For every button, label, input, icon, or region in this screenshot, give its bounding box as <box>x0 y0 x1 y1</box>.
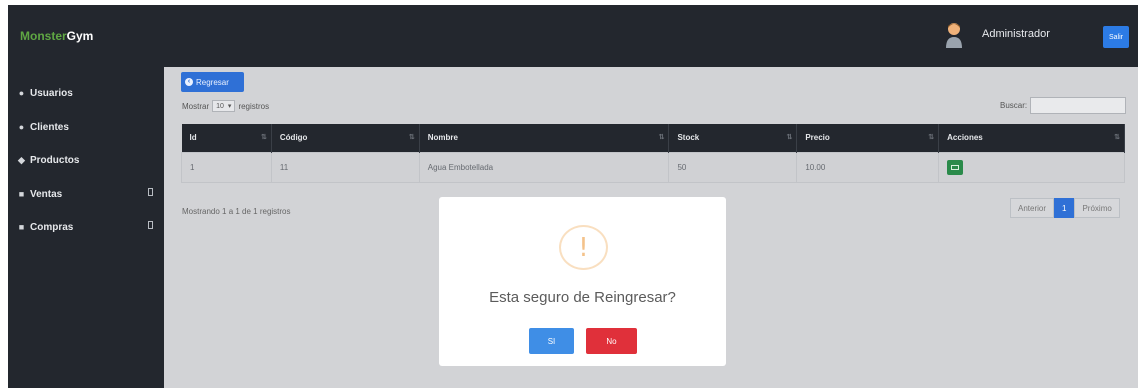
search-input[interactable] <box>1030 97 1127 114</box>
column-header-label: Id <box>189 133 197 143</box>
sidebar-item-label: Compras <box>30 221 74 233</box>
column-header-label: Acciones <box>947 133 983 143</box>
confirm-dialog: ! Esta seguro de Reingresar? SI No <box>439 197 726 366</box>
sort-icon: ⇅ <box>408 134 415 141</box>
logout-button[interactable]: Salir <box>1103 26 1129 48</box>
length-prefix: Mostrar <box>182 101 210 111</box>
sidebar-item-label: Productos <box>30 154 80 166</box>
expand-icon <box>148 221 153 229</box>
sort-icon: ⇅ <box>928 134 935 141</box>
sort-icon: ⇅ <box>261 134 267 141</box>
pagination-page-1[interactable]: 1 <box>1054 198 1075 218</box>
circle-arrow-icon: ‹ <box>185 78 193 86</box>
brand-part-1: Monster <box>20 29 67 43</box>
sidebar-item-label: Ventas <box>30 188 63 200</box>
cell-id: 1 <box>181 151 272 183</box>
tags-icon: ◆ <box>18 154 25 165</box>
column-header-acciones[interactable]: Acciones ⇅ <box>938 124 1125 152</box>
cart-icon: ■ <box>18 189 25 199</box>
brand-part-2: Gym <box>66 29 94 43</box>
search-label: Buscar: <box>1000 101 1028 110</box>
page-length-value: 10 <box>216 102 224 110</box>
back-button-label: Regresar <box>196 77 229 87</box>
user-icon: ● <box>18 88 25 98</box>
cell-acciones <box>938 151 1125 183</box>
column-header-label: Código <box>279 133 308 143</box>
column-header-label: Nombre <box>427 133 458 143</box>
chevron-down-icon: ▾ <box>227 103 232 110</box>
dialog-title: Esta seguro de Reingresar? <box>489 289 676 306</box>
column-header-label: Stock <box>677 133 700 143</box>
cell-precio: 10.00 <box>796 151 940 183</box>
user-name[interactable]: Administrador <box>982 28 1050 40</box>
table-info: Mostrando 1 a 1 de 1 registros <box>182 207 291 216</box>
column-header-stock[interactable]: Stock ⇅ <box>668 124 798 152</box>
app-window: MonsterGym Administrador Salir ● Usuario… <box>8 5 1138 388</box>
sidebar-item-ventas[interactable]: ■ Ventas <box>16 185 156 203</box>
brand-logo[interactable]: MonsterGym <box>20 29 93 43</box>
table-row: 1 11 Agua Embotellada 50 10.00 <box>181 151 1125 183</box>
sidebar-item-usuarios[interactable]: ● Usuarios <box>16 84 156 102</box>
avatar[interactable] <box>944 21 964 49</box>
column-header-label: Precio <box>805 133 830 143</box>
sort-icon: ⇅ <box>1114 134 1120 141</box>
sort-icon: ⇅ <box>658 134 665 141</box>
expand-icon <box>148 188 153 196</box>
cell-stock: 50 <box>668 151 798 183</box>
sidebar-item-label: Clientes <box>30 121 69 133</box>
column-header-codigo[interactable]: Código ⇅ <box>271 124 420 152</box>
sidebar-item-clientes[interactable]: ● Clientes <box>16 118 156 136</box>
sidebar: ● Usuarios ● Clientes ◆ Productos ■ Vent… <box>8 67 164 388</box>
column-header-id[interactable]: Id ⇅ <box>181 124 272 152</box>
column-header-nombre[interactable]: Nombre ⇅ <box>419 124 670 152</box>
top-navbar: MonsterGym Administrador Salir <box>8 5 1138 67</box>
length-suffix: registros <box>238 101 270 111</box>
sidebar-item-label: Usuarios <box>30 87 73 99</box>
pagination: Anterior 1 Próximo <box>1010 198 1120 218</box>
products-table: Id ⇅ Código ⇅ Nombre ⇅ Stock ⇅ Precio ⇅ Accio… <box>181 124 1125 183</box>
back-button[interactable]: ‹ Regresar <box>181 72 244 92</box>
bag-icon: ■ <box>18 222 25 232</box>
confirm-yes-button[interactable]: SI <box>529 328 574 354</box>
cell-codigo: 11 <box>270 151 420 183</box>
cell-nombre: Agua Embotellada <box>418 151 670 183</box>
pagination-next[interactable]: Próximo <box>1074 198 1120 218</box>
reingresar-button[interactable] <box>947 159 964 175</box>
search-control: Buscar: <box>1000 97 1127 114</box>
column-header-precio[interactable]: Precio ⇅ <box>796 124 940 152</box>
users-icon: ● <box>18 122 25 132</box>
table-header-row: Id ⇅ Código ⇅ Nombre ⇅ Stock ⇅ Precio ⇅ Accio… <box>181 124 1125 152</box>
sidebar-item-productos[interactable]: ◆ Productos <box>16 151 156 169</box>
confirm-no-button[interactable]: No <box>586 328 637 354</box>
restore-icon <box>951 164 960 170</box>
warning-icon: ! <box>559 225 608 270</box>
sidebar-item-compras[interactable]: ■ Compras <box>16 218 156 236</box>
page-length-select[interactable]: 10 ▾ <box>212 100 236 112</box>
pagination-previous[interactable]: Anterior <box>1010 198 1055 218</box>
sort-icon: ⇅ <box>786 134 793 141</box>
page-length-control: Mostrar 10 ▾ registros <box>182 100 269 112</box>
